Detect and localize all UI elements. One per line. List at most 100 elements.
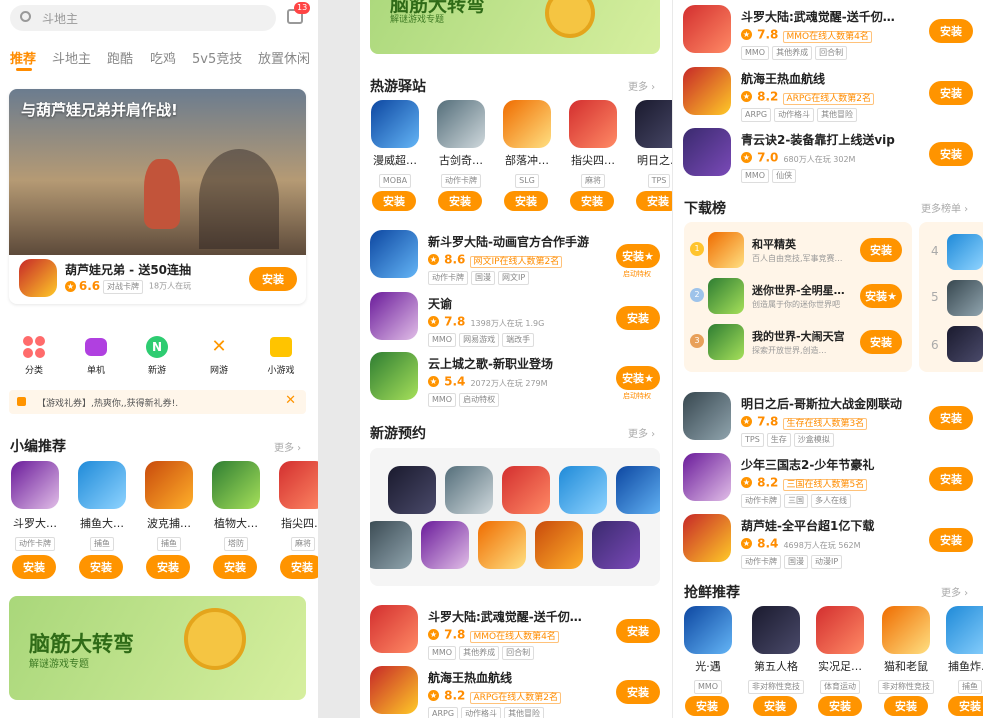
- install-button[interactable]: 安装: [438, 191, 482, 211]
- game-card[interactable]: 波克捕… 捕鱼: [144, 461, 194, 551]
- tab-5v5[interactable]: 5v5竞技: [192, 48, 242, 67]
- game-name: 古剑奇…: [439, 154, 483, 167]
- game-list-item[interactable]: 天谕 ★ 7.8 1398万人在玩 1.9G MMO 网易游戏 端改手 安装: [360, 292, 672, 347]
- game-list-item[interactable]: 航海王热血航线 ★ 8.2 ARPG在线人数第2名 ARPG 动作格斗 其他冒险 安…: [360, 666, 672, 718]
- game-tags: MMO 其他养成 回合制: [428, 640, 537, 660]
- fresh-more[interactable]: 更多 ›: [941, 584, 968, 599]
- install-button[interactable]: 安装: [685, 696, 729, 716]
- game-tag: 生存: [766, 433, 791, 447]
- install-button[interactable]: 安装: [948, 696, 983, 716]
- game-card[interactable]: 光·遇 MMO: [683, 606, 733, 694]
- game-list-item[interactable]: 新斗罗大陆-动画官方合作手游 ★ 8.6 网文IP在线人数第2名 动作卡牌 国漫网…: [360, 230, 672, 285]
- game-list-item[interactable]: 斗罗大陆:武魂觉醒-送千仞… ★ 7.8 MMO在线人数第4名 MMO 其他养成回…: [360, 605, 672, 660]
- promo-banner-top[interactable]: 脑筋大转弯 解谜游戏专题: [370, 0, 660, 54]
- tab-battle-royale[interactable]: 吃鸡: [150, 48, 176, 67]
- search-bar[interactable]: 斗地主: [10, 5, 276, 31]
- install-button[interactable]: 安装: [818, 696, 862, 716]
- category-row: 分类 单机 N 新游 ✕ 网游 小游戏: [0, 336, 318, 381]
- game-list-item[interactable]: 少年三国志2-少年节豪礼 ★ 8.2 三国在线人数第5名 动作卡牌 三国 多人在线 …: [673, 453, 983, 508]
- category-mini[interactable]: 小游戏: [264, 336, 298, 376]
- game-tags: ARPG 动作格斗 其他冒险: [428, 701, 547, 718]
- hot-more[interactable]: 更多 ›: [628, 78, 655, 93]
- install-button[interactable]: 安装: [929, 142, 973, 166]
- install-button[interactable]: 安装: [12, 555, 56, 579]
- install-button[interactable]: 安装 ★: [616, 366, 660, 390]
- install-button[interactable]: 安装: [636, 191, 672, 211]
- install-button[interactable]: 安装: [616, 619, 660, 643]
- game-card[interactable]: 斗罗大… 动作卡牌: [10, 461, 60, 551]
- game-tag: 国漫: [784, 555, 808, 569]
- game-tag: TPS: [741, 433, 764, 447]
- game-card[interactable]: 猫和老鼠 非对称性竞技: [873, 606, 939, 694]
- game-card[interactable]: 部落冲… SLG: [502, 100, 552, 188]
- game-card[interactable]: 第五人格 非对称性竞技: [743, 606, 809, 694]
- game-tag: 捕鱼: [157, 537, 181, 551]
- preorder-grid[interactable]: [370, 448, 660, 586]
- game-card[interactable]: 指尖四… 麻将: [568, 100, 618, 188]
- star-icon: ★: [741, 538, 752, 549]
- install-button[interactable]: 安装: [860, 238, 902, 262]
- category-online[interactable]: ✕ 网游: [203, 336, 235, 376]
- install-button[interactable]: 安装: [616, 306, 660, 330]
- game-title: 新斗罗大陆-动画官方合作手游: [428, 235, 589, 249]
- notice-bar[interactable]: 【游戏礼券】,热爽你,,获得新礼券!. ✕: [9, 390, 306, 414]
- editor-picks-more[interactable]: 更多 ›: [274, 439, 301, 454]
- banner-install-button[interactable]: 安装: [249, 267, 297, 291]
- game-list-item[interactable]: 云上城之歌-新职业登场 ★ 5.4 2072万人在玩 279M MMO 启动特权 …: [360, 352, 672, 407]
- game-card[interactable]: 捕鱼大… 捕鱼: [77, 461, 127, 551]
- close-icon[interactable]: ✕: [285, 393, 296, 408]
- install-button[interactable]: 安装: [79, 555, 123, 579]
- game-tag: TPS: [647, 174, 671, 188]
- install-button[interactable]: 安装: [570, 191, 614, 211]
- game-card[interactable]: 漫威超… MOBA: [370, 100, 420, 188]
- game-card[interactable]: 指尖四… 麻将: [278, 461, 318, 551]
- banner-tree-shape: [199, 149, 279, 249]
- rank-item[interactable]: 2 迷你世界-全明星… 创造属于你的迷你世界吧 安装 ★: [684, 278, 912, 320]
- game-list-item[interactable]: 明日之后-哥斯拉大战金刚联动 ★ 7.8 生存在线人数第3名 TPS 生存 沙盒模拟…: [673, 392, 983, 447]
- game-card[interactable]: 古剑奇… 动作卡牌: [436, 100, 486, 188]
- install-button[interactable]: 安装: [616, 680, 660, 704]
- game-list-item[interactable]: 航海王热血航线 ★ 8.2 ARPG在线人数第2名 ARPG 动作格斗 其他冒险 安…: [673, 67, 983, 122]
- rank-item[interactable]: 3 我的世界-大闹天宫 探索开放世界,创造… 安装: [684, 324, 912, 366]
- game-list-item[interactable]: 葫芦娃-全平台超1亿下载 ★ 8.4 4698万人在玩 562M 动作卡牌 国漫动…: [673, 514, 983, 569]
- install-button[interactable]: 安装: [146, 555, 190, 579]
- game-tag: 其他养成: [772, 46, 813, 60]
- install-button[interactable]: 安装 ★: [860, 284, 902, 308]
- category-new[interactable]: N 新游: [141, 336, 173, 376]
- game-card[interactable]: 植物大… 塔防: [211, 461, 261, 551]
- install-button[interactable]: 安装: [929, 467, 973, 491]
- rank-item[interactable]: 1 和平精英 百人自由竞技,军事竞赛… 安装: [684, 232, 912, 274]
- search-input[interactable]: 斗地主: [42, 10, 78, 27]
- game-list-item[interactable]: 青云诀2-装备靠打上线送vip ★ 7.0 680万人在玩 302M MMO 仙侠…: [673, 128, 983, 183]
- banner-card[interactable]: 与葫芦娃兄弟并肩作战! 葫芦娃兄弟 - 送50连抽 ★ 6.6 对战卡牌 18万…: [9, 89, 306, 304]
- promo-banner[interactable]: 脑筋大转弯 解谜游戏专题: [9, 596, 306, 700]
- install-button[interactable]: 安装: [860, 330, 902, 354]
- game-card[interactable]: 实况足… 体育运动: [813, 606, 867, 694]
- install-button[interactable]: 安装: [929, 81, 973, 105]
- install-button[interactable]: 安装: [929, 528, 973, 552]
- tab-parkour[interactable]: 跑酷: [107, 48, 133, 67]
- install-button[interactable]: 安装: [929, 19, 973, 43]
- category-all[interactable]: 分类: [18, 336, 50, 376]
- install-button[interactable]: 安装: [280, 555, 318, 579]
- category-single[interactable]: 单机: [80, 336, 112, 376]
- game-card[interactable]: 明日之… TPS: [634, 100, 672, 188]
- tab-doudizhu[interactable]: 斗地主: [52, 48, 91, 67]
- downloads-card-next[interactable]: 4 5 6: [919, 222, 983, 372]
- tab-recommend[interactable]: 推荐: [10, 48, 36, 67]
- install-button[interactable]: 安装: [504, 191, 548, 211]
- game-tag: MMO: [693, 680, 723, 694]
- install-button[interactable]: 安装 ★: [616, 244, 660, 268]
- downloads-more[interactable]: 更多榜单 ›: [921, 200, 968, 215]
- game-card[interactable]: 捕鱼炸… 捕鱼: [945, 606, 983, 694]
- tab-idle[interactable]: 放置休闲: [258, 48, 310, 67]
- message-icon[interactable]: 13: [287, 2, 311, 24]
- game-icon: [635, 100, 672, 148]
- install-button[interactable]: 安装: [372, 191, 416, 211]
- install-button[interactable]: 安装: [753, 696, 797, 716]
- game-list-item[interactable]: 斗罗大陆:武魂觉醒-送千仞… ★ 7.8 MMO在线人数第4名 MMO 其他养成回…: [673, 5, 983, 60]
- install-button[interactable]: 安装: [929, 406, 973, 430]
- install-button[interactable]: 安装: [884, 696, 928, 716]
- preorder-more[interactable]: 更多 ›: [628, 425, 655, 440]
- install-button[interactable]: 安装: [213, 555, 257, 579]
